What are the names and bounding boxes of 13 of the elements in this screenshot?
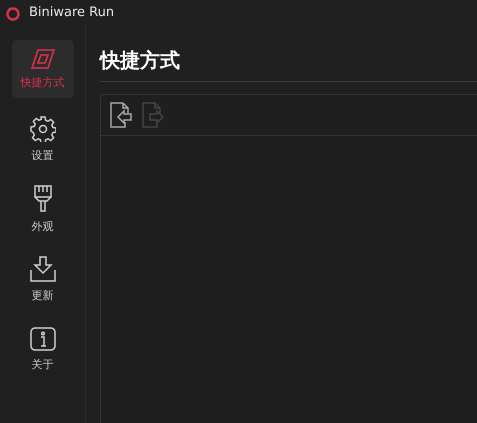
- sidebar-item[interactable]: 外观: [12, 180, 74, 238]
- sidebar-item[interactable]: 关于: [12, 320, 74, 378]
- window-title: Biniware Run: [29, 5, 114, 20]
- info-icon: [30, 326, 56, 350]
- page-title: 快捷方式: [100, 46, 181, 74]
- diamond-frame-icon: [30, 48, 54, 68]
- settings-icon: [30, 116, 56, 142]
- sidebar-item[interactable]: 设置: [12, 110, 74, 168]
- download-icon: [30, 256, 56, 282]
- sidebar-item[interactable]: 更新: [12, 250, 74, 308]
- app-logo-icon: [5, 4, 21, 20]
- brush-icon: [32, 184, 52, 212]
- import-file-button[interactable]: [110, 102, 132, 128]
